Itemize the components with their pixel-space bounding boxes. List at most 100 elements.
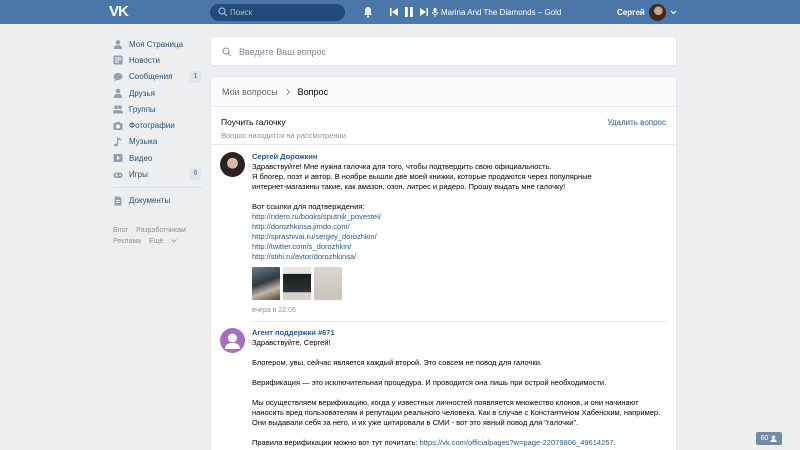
photo-attachment[interactable] xyxy=(252,267,280,300)
message-line: Вот ссылки для подтверждения: xyxy=(252,202,365,211)
groups-icon xyxy=(113,104,123,114)
rules-link[interactable]: https://vk.com/officialpages?w=page-2207… xyxy=(420,438,614,447)
sidebar-item-groups[interactable]: Группы xyxy=(113,101,203,117)
sidebar-item-news[interactable]: Новости xyxy=(113,52,203,68)
user-menu[interactable]: Сергей xyxy=(617,4,677,21)
now-playing[interactable]: Marina And The Diamonds – Gold xyxy=(432,6,561,18)
header-search[interactable] xyxy=(210,4,345,21)
top-bar: VK Marina And The Diamonds – G xyxy=(0,0,800,24)
home-icon xyxy=(113,39,123,50)
chevron-right-icon xyxy=(285,88,290,95)
sidebar-item-messages[interactable]: Сообщения 1 xyxy=(113,69,203,85)
sidebar-item-label: Игры xyxy=(129,170,148,180)
footer-more-label: Ещё xyxy=(149,238,164,245)
sidebar-item-my-page[interactable]: Моя Страница xyxy=(113,36,203,52)
sidebar-item-label: Видео xyxy=(129,153,153,163)
documents-icon xyxy=(113,196,123,206)
pause-icon[interactable] xyxy=(405,7,413,17)
sidebar-item-photos[interactable]: Фотографии xyxy=(113,117,203,133)
sidebar-item-label: Друзья xyxy=(129,88,155,98)
message-link[interactable]: http://twitter.com/s_dorozhkin/ xyxy=(252,242,351,251)
rules-text: Правила верификации можно вот тут почита… xyxy=(252,438,420,447)
online-count: 60 xyxy=(760,435,769,442)
sidebar-item-label: Музыка xyxy=(129,137,158,147)
photo-attachment[interactable] xyxy=(314,267,342,300)
left-sidebar: Моя Страница Новости Сообщения 1 Друзья … xyxy=(113,36,203,209)
message-user: Сергей Дорожкин Здравствуйте! Мне нужна … xyxy=(211,145,676,321)
breadcrumb-current: Вопрос xyxy=(297,86,329,97)
message-time[interactable]: вчера в 22:06 xyxy=(252,307,676,314)
message-text: Здравствуйте, Сергей! Блогером, увы, сей… xyxy=(252,338,676,448)
vk-logo[interactable]: VK xyxy=(109,4,133,20)
question-header: Поучить галочку Вопрос находится на расс… xyxy=(211,107,676,145)
bell-icon[interactable] xyxy=(362,6,374,18)
next-track-icon[interactable] xyxy=(420,8,428,16)
sidebar-divider xyxy=(113,186,203,188)
audio-player xyxy=(390,6,428,18)
sidebar-item-music[interactable]: Музыка xyxy=(113,134,203,150)
track-title: Marina And The Diamonds – Gold xyxy=(441,7,562,17)
avatar[interactable] xyxy=(220,152,245,177)
microphone-icon xyxy=(432,7,438,17)
support-avatar[interactable] xyxy=(220,328,245,353)
message-line: Верификация — это исключительная процеду… xyxy=(252,378,607,387)
video-icon xyxy=(113,153,123,163)
message-author[interactable]: Сергей Дорожкин xyxy=(252,152,676,162)
message-link[interactable]: http://sprashivai.ru/sergey_dorozhkin/ xyxy=(252,232,377,241)
search-input[interactable] xyxy=(230,6,340,19)
games-count-badge: 6 xyxy=(190,168,201,181)
music-icon xyxy=(113,137,123,147)
question-status: Вопрос находится на рассмотрении. xyxy=(221,131,348,140)
message-line: интернет-магазины такие, как амазон, озо… xyxy=(252,182,566,191)
messages-icon xyxy=(113,72,123,82)
user-name: Сергей xyxy=(617,8,645,17)
question-card: Мои вопросы Вопрос Поучить галочку Вопро… xyxy=(210,76,677,450)
breadcrumb-my-questions[interactable]: Мои вопросы xyxy=(222,87,278,97)
question-input-box[interactable] xyxy=(210,36,677,66)
sidebar-item-friends[interactable]: Друзья xyxy=(113,85,203,101)
message-link[interactable]: http://stihi.ru/avtor/dorozhkinsa/ xyxy=(252,252,356,261)
messages-count-badge: 1 xyxy=(190,70,201,83)
message-line: Я блогер, поэт и автор. В ноябре вышли д… xyxy=(252,172,592,181)
sidebar-item-video[interactable]: Видео xyxy=(113,150,203,166)
footer-link-more[interactable]: Ещё xyxy=(149,238,178,245)
chevron-down-icon xyxy=(171,239,178,243)
footer-link-blog[interactable]: Блог xyxy=(113,227,128,234)
message-line: Здравствуйте! Мне нужна галочка для того… xyxy=(252,162,552,171)
friends-icon xyxy=(113,88,123,99)
news-icon xyxy=(113,55,123,65)
search-icon xyxy=(222,47,232,57)
sidebar-item-documents[interactable]: Документы xyxy=(113,193,203,209)
message-line: наносить вред пользователям и репутации … xyxy=(252,408,661,417)
sidebar-item-games[interactable]: Игры 6 xyxy=(113,166,203,182)
avatar xyxy=(648,4,666,21)
photo-attachment[interactable] xyxy=(283,267,311,300)
user-icon xyxy=(770,435,778,442)
games-icon xyxy=(113,170,123,180)
message-line: Мы осуществляем верификацию, когда у изв… xyxy=(252,398,639,407)
prev-track-icon[interactable] xyxy=(390,8,398,16)
sidebar-item-label: Документы xyxy=(129,196,171,206)
user-silhouette-icon xyxy=(225,333,240,349)
message-text: Здравствуйте! Мне нужна галочка для того… xyxy=(252,162,676,262)
scrollbar[interactable] xyxy=(792,24,800,450)
message-support: Агент поддержки #671 Здравствуйте, Серге… xyxy=(211,322,676,448)
footer-link-developers[interactable]: Разработчикам xyxy=(136,227,186,234)
online-counter[interactable]: 60 xyxy=(756,432,782,445)
breadcrumb: Мои вопросы Вопрос xyxy=(211,77,676,107)
message-link[interactable]: http://ridero.ru/books/sputnik_povestei/ xyxy=(252,212,381,221)
sidebar-item-label: Сообщения xyxy=(129,72,173,82)
message-line: Здравствуйте, Сергей! xyxy=(252,338,331,347)
message-author[interactable]: Агент поддержки #671 xyxy=(252,328,676,338)
rules-end: . xyxy=(613,438,616,447)
question-input[interactable] xyxy=(239,45,659,59)
message-link[interactable]: http://dorozhkinsa.jimdo.com/ xyxy=(252,222,350,231)
message-line: Они выдавали себя за него, и их уже цити… xyxy=(252,418,579,427)
footer-link-ads[interactable]: Реклама xyxy=(113,238,141,245)
delete-question-link[interactable]: Удалить вопрос xyxy=(607,118,666,127)
